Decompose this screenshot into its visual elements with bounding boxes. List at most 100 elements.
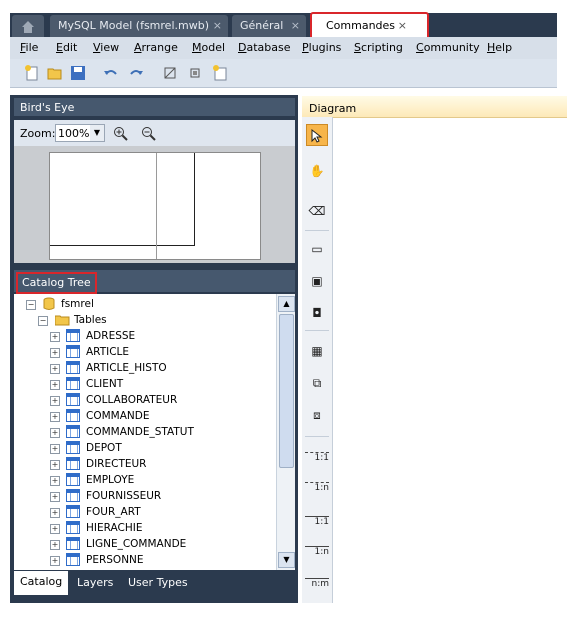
expand-icon[interactable]: + [50,556,60,566]
table-tool-icon[interactable]: ▦ [306,340,328,362]
table-icon [66,377,80,390]
expand-icon[interactable]: + [50,396,60,406]
menu-community[interactable]: Community [416,41,480,54]
tab-layers[interactable]: Layers [77,576,113,589]
table-name: ARTICLE [86,346,130,358]
close-icon[interactable]: × [398,14,407,38]
expand-icon[interactable]: + [50,332,60,342]
undo-icon[interactable] [103,65,119,81]
routine-group-tool-icon[interactable]: ⧈ [306,404,328,426]
relationship-1-n-identifying-tool[interactable]: 1:n [305,542,329,564]
table-icon [66,409,80,422]
relationship-1-1-identifying-tool[interactable]: 1:1 [305,512,329,534]
relationship-label: 1:n [314,483,329,493]
close-icon[interactable]: × [291,15,300,37]
menu-database[interactable]: Database [238,41,291,54]
diagram-title: Diagram [309,102,357,115]
table-name: FOUR_ART [86,506,141,518]
table-name: COLLABORATEUR [86,394,178,406]
scroll-up-icon[interactable]: ▲ [278,296,295,312]
table-name: COMMANDE_STATUT [86,426,194,438]
expand-icon[interactable]: + [50,428,60,438]
tree-scrollbar[interactable]: ▲ ▼ [276,294,295,570]
redo-icon[interactable] [128,65,144,81]
expand-icon[interactable]: + [50,540,60,550]
table-name: ARTICLE_HISTO [86,362,167,374]
page-divider [156,153,157,259]
birds-eye-canvas[interactable] [49,152,261,260]
zoom-out-icon[interactable] [141,126,157,142]
menu-view[interactable]: View [93,41,119,54]
eraser-tool-icon[interactable]: ⌫ [306,200,328,222]
zoom-label: Zoom: [20,127,56,140]
scroll-down-icon[interactable]: ▼ [278,552,295,568]
main-toolbar [10,59,557,88]
table-icon [66,329,80,342]
expand-icon[interactable]: + [50,460,60,470]
folder-name: Tables [74,314,107,326]
expand-icon[interactable]: + [50,348,60,358]
expand-icon[interactable]: + [50,492,60,502]
table-name: DEPOT [86,442,122,454]
table-name: DIRECTEUR [86,458,147,470]
open-folder-icon[interactable] [47,65,63,81]
align-grid-icon[interactable] [187,65,203,81]
relationship-label: n:m [311,579,329,589]
menu-scripting[interactable]: Scripting [354,41,403,54]
table-icon [66,425,80,438]
table-icon [66,489,80,502]
table-name: EMPLOYE [86,474,135,486]
image-tool-icon[interactable]: ◘ [306,302,328,324]
toggle-grid-icon[interactable] [162,65,178,81]
scroll-thumb[interactable] [279,314,294,468]
view-tool-icon[interactable]: ⧉ [306,372,328,394]
menu-arrange[interactable]: Arrange [134,41,178,54]
table-icon [66,393,80,406]
tab-mysql-model[interactable]: MySQL Model (fsmrel.mwb) × [50,15,228,37]
save-icon[interactable] [70,65,86,81]
home-tab[interactable] [12,15,44,37]
table-name: HIERACHIE [86,522,143,534]
zoom-value: 100% [58,127,90,140]
table-icon [66,505,80,518]
expand-icon[interactable]: + [50,508,60,518]
tab-catalog[interactable]: Catalog [14,571,69,595]
relationship-label: 1:n [314,547,329,557]
close-icon[interactable]: × [213,15,222,37]
collapse-icon[interactable]: − [26,300,36,310]
expand-icon[interactable]: + [50,476,60,486]
pointer-tool-icon[interactable] [306,124,328,146]
relationship-n-m-tool[interactable]: n:m [305,572,329,596]
collapse-icon[interactable]: − [38,316,48,326]
expand-icon[interactable]: + [50,380,60,390]
table-name: COMMANDE [86,410,150,422]
menu-edit[interactable]: Edit [56,41,77,54]
table-name: CLIENT [86,378,124,390]
new-diagram-icon[interactable] [212,65,228,81]
hand-tool-icon[interactable]: ✋ [306,160,328,182]
note-tool-icon[interactable]: ▣ [306,270,328,292]
zoom-in-icon[interactable] [113,126,129,142]
expand-icon[interactable]: + [50,412,60,422]
viewport-rectangle[interactable] [50,153,195,246]
relationship-1-1-tool[interactable]: 1:1 [305,448,329,470]
toolbar-separator [305,436,329,437]
relationship-1-n-tool[interactable]: 1:n [305,478,329,500]
menu-model[interactable]: Model [192,41,225,54]
birds-eye-title: Bird's Eye [20,101,75,114]
layer-tool-icon[interactable]: ▭ [306,238,328,260]
menu-help[interactable]: Help [487,41,512,54]
catalog-tree-title: Catalog Tree [16,272,97,294]
menu-plugins[interactable]: Plugins [302,41,341,54]
tab-commandes-label: Commandes [326,19,396,32]
expand-icon[interactable]: + [50,524,60,534]
zoom-select[interactable]: 100% ▼ [55,124,105,142]
menu-file[interactable]: File [20,41,38,54]
tab-general[interactable]: Général × [232,15,306,37]
new-document-icon[interactable] [24,65,40,81]
chevron-down-icon: ▼ [90,125,104,141]
expand-icon[interactable]: + [50,444,60,454]
expand-icon[interactable]: + [50,364,60,374]
tab-mysql-model-label: MySQL Model (fsmrel.mwb) [58,19,209,32]
tab-user-types[interactable]: User Types [128,576,188,589]
